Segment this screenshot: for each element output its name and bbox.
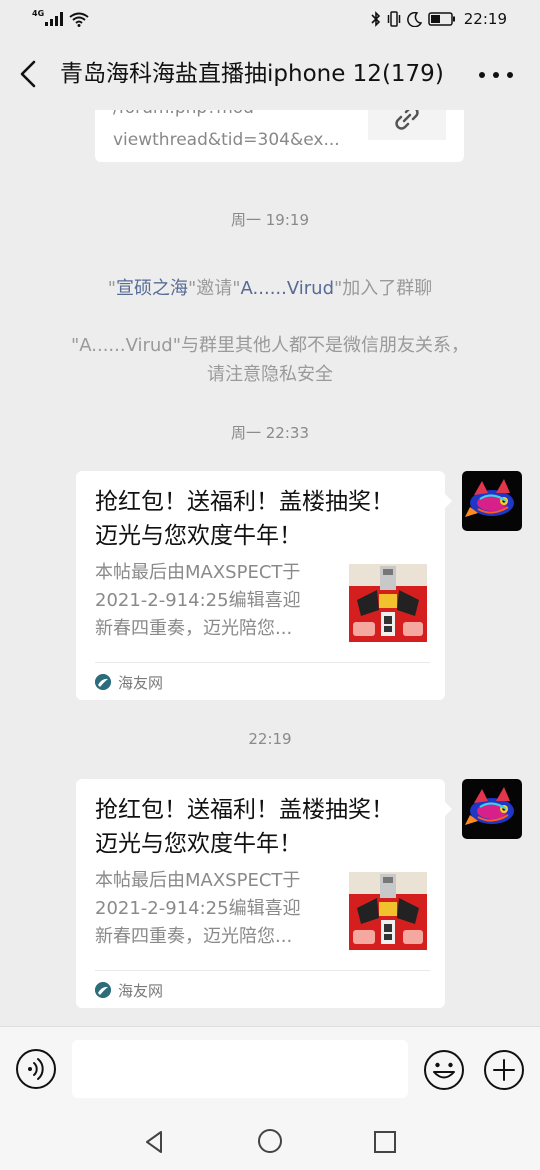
network-type-label: 4G [32, 8, 45, 18]
card-title-line2: 迈光与您欢度牛年！ [95, 831, 302, 857]
card-title-line1: 抢红包！送福利！盖楼抽奖！ [95, 797, 394, 823]
status-time: 22:19 [463, 10, 507, 28]
card-desc-line3: 新春四重奏，迈光陪您... [95, 618, 293, 639]
card-title: 抢红包！送福利！盖楼抽奖！ 迈光与您欢度牛年！ [95, 793, 430, 861]
card-divider [95, 970, 430, 971]
link-card-message[interactable]: 抢红包！送福利！盖楼抽奖！ 迈光与您欢度牛年！ 本帖最后由MAXSPECT于 2… [76, 471, 452, 700]
card-source: 海友网 [95, 671, 163, 693]
card-source: 海友网 [95, 979, 163, 1001]
card-thumbnail [349, 872, 427, 950]
card-desc-line1: 本帖最后由MAXSPECT于 [95, 870, 301, 891]
chat-title: 青岛海科海盐直播抽iphone 12(179) [60, 61, 444, 87]
battery-icon [428, 12, 455, 26]
plus-icon[interactable] [483, 1049, 525, 1091]
card-source-name: 海友网 [118, 673, 164, 692]
card-description: 本帖最后由MAXSPECT于 2021-2-914:25编辑喜迎 新春四重奏，迈… [95, 559, 335, 643]
link-chain-icon [395, 110, 419, 130]
card-desc-line2: 2021-2-914:25编辑喜迎 [95, 898, 301, 919]
card-title: 抢红包！送福利！盖楼抽奖！ 迈光与您欢度牛年！ [95, 485, 430, 553]
invite-text-end: "加入了群聊 [334, 278, 433, 299]
privacy-notice: "A......Virud"与群里其他人都不是微信朋友关系， 请注意隐私安全 [30, 331, 510, 389]
link-url-line2: viewthread&tid=304&ex... [113, 130, 340, 150]
card-source-name: 海友网 [118, 981, 164, 1000]
back-arrow-icon[interactable] [14, 58, 44, 90]
timestamp: 22:19 [248, 730, 292, 748]
avatar[interactable] [462, 779, 522, 839]
nav-recent-icon[interactable] [371, 1128, 399, 1156]
privacy-notice-line1: "A......Virud"与群里其他人都不是微信朋友关系， [70, 335, 470, 356]
globe-icon [95, 982, 111, 998]
link-url-line1: /forum.php?mod [113, 110, 363, 124]
privacy-notice-line2: 请注意隐私安全 [207, 364, 333, 385]
inviter-name-link[interactable]: 宣硕之海 [116, 278, 188, 299]
system-nav-bar [0, 1114, 540, 1170]
signal-icon [45, 12, 64, 26]
status-left: 4G [32, 9, 89, 29]
moon-icon [406, 11, 422, 27]
bubble-tail [444, 493, 452, 509]
card-desc-line2: 2021-2-914:25编辑喜迎 [95, 590, 301, 611]
link-thumbnail [368, 110, 446, 140]
vibrate-icon [387, 11, 401, 27]
invitee-name-link[interactable]: A......Virud [241, 278, 334, 299]
message-input[interactable] [72, 1040, 408, 1098]
chat-header: 青岛海科海盐直播抽iphone 12(179) [0, 38, 540, 110]
card-desc-line1: 本帖最后由MAXSPECT于 [95, 562, 301, 583]
wifi-icon [69, 12, 89, 27]
card-title-line2: 迈光与您欢度牛年！ [95, 523, 302, 549]
status-bar: 4G 22:19 [0, 0, 540, 38]
invite-text: "邀请" [187, 278, 241, 299]
card-thumbnail [349, 564, 427, 642]
quote-mark: " [107, 278, 116, 299]
invite-notice: "宣硕之海"邀请"A......Virud"加入了群聊 [30, 274, 510, 303]
globe-icon [95, 674, 111, 690]
voice-icon[interactable] [15, 1048, 57, 1090]
nav-back-icon[interactable] [141, 1128, 169, 1156]
bluetooth-icon [371, 11, 380, 27]
card-desc-line3: 新春四重奏，迈光陪您... [95, 926, 293, 947]
link-preview-bubble[interactable]: /forum.php?mod viewthread&tid=304&ex... [95, 110, 464, 162]
avatar[interactable] [462, 471, 522, 531]
status-right: 22:19 [371, 8, 507, 30]
timestamp: 周一 19:19 [231, 211, 309, 229]
input-bar [0, 1026, 540, 1115]
card-description: 本帖最后由MAXSPECT于 2021-2-914:25编辑喜迎 新春四重奏，迈… [95, 867, 335, 951]
link-card-message[interactable]: 抢红包！送福利！盖楼抽奖！ 迈光与您欢度牛年！ 本帖最后由MAXSPECT于 2… [76, 779, 452, 1008]
card-divider [95, 662, 430, 663]
nav-home-icon[interactable] [256, 1127, 284, 1155]
card-title-line1: 抢红包！送福利！盖楼抽奖！ [95, 489, 394, 515]
emoji-icon[interactable] [423, 1049, 465, 1091]
chat-area[interactable]: /forum.php?mod viewthread&tid=304&ex... … [0, 110, 540, 1026]
bubble-tail [444, 801, 452, 817]
more-dots-icon[interactable] [476, 60, 516, 90]
link-url: /forum.php?mod viewthread&tid=304&ex... [113, 110, 363, 156]
timestamp: 周一 22:33 [231, 424, 309, 442]
